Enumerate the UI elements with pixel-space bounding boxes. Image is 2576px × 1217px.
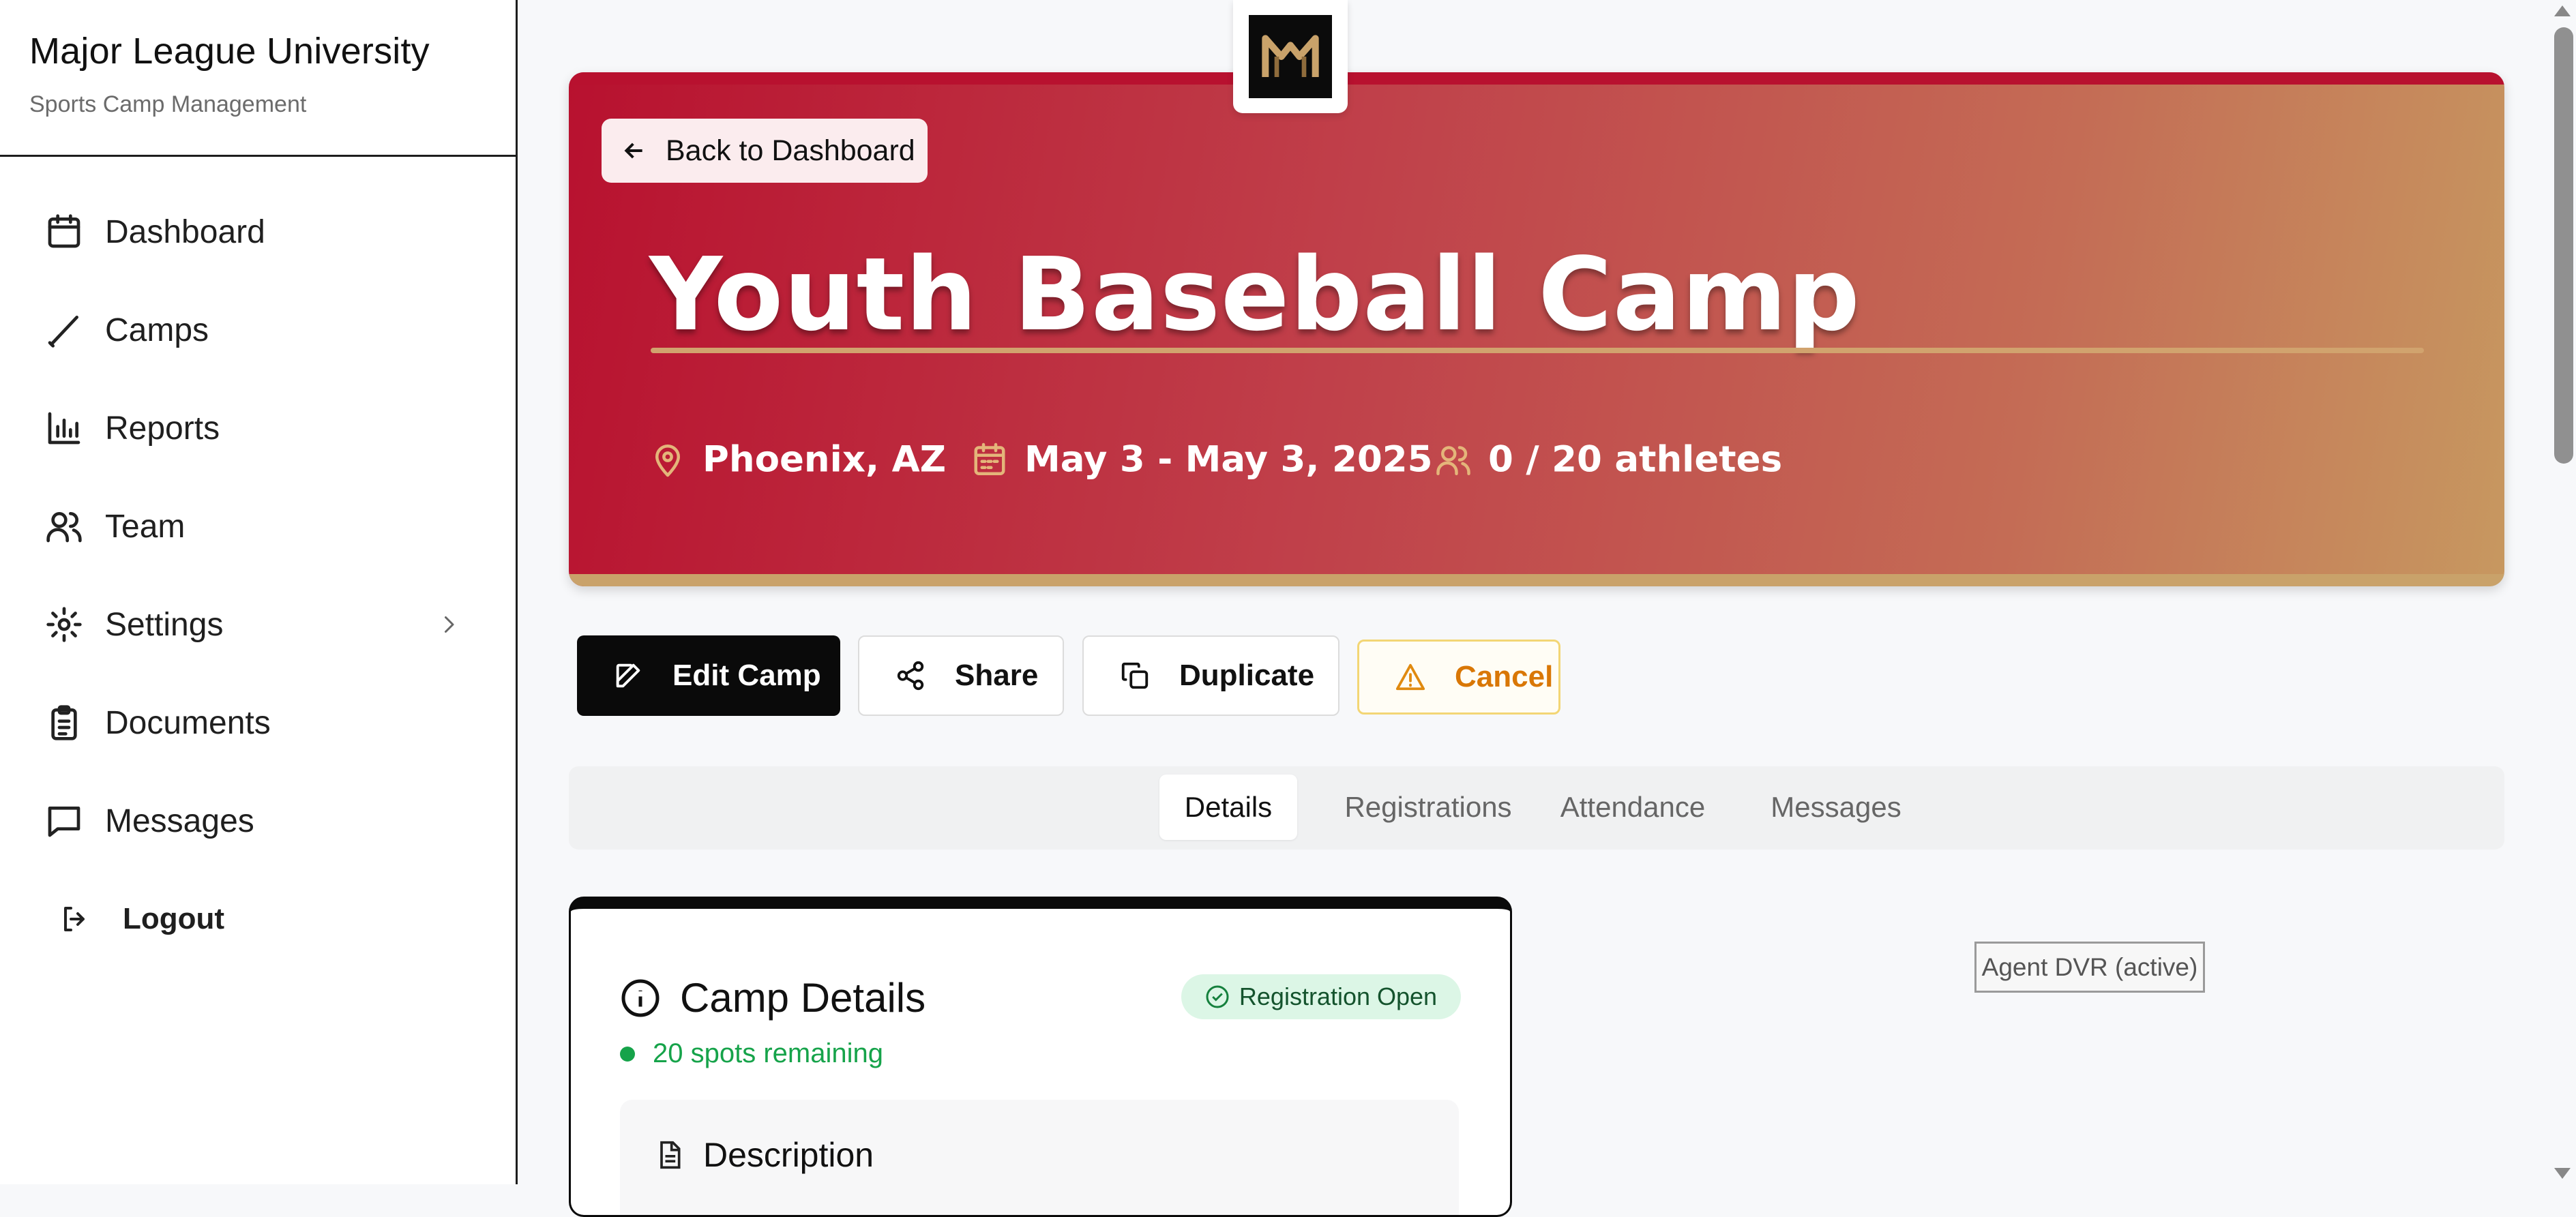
vertical-scrollbar[interactable]	[2550, 0, 2576, 1184]
logo-mark	[1249, 15, 1332, 98]
sidebar: Major League University Sports Camp Mana…	[0, 0, 518, 1184]
scroll-thumb[interactable]	[2554, 27, 2573, 464]
sidebar-item-label: Documents	[105, 704, 271, 741]
tab-registrations[interactable]: Registrations	[1326, 775, 1530, 840]
document-icon	[660, 1141, 681, 1169]
sidebar-item-reports[interactable]: Reports	[0, 387, 516, 469]
location-meta: Phoenix, AZ	[649, 439, 946, 481]
spots-remaining: 20 spots remaining	[620, 1038, 883, 1069]
sidebar-item-label: Reports	[105, 410, 220, 447]
status-badge-label: Registration Open	[1239, 982, 1438, 1010]
dates-meta: May 3 - May 3, 2025	[971, 439, 1433, 481]
description-header: Description	[654, 1135, 874, 1175]
title-underline	[651, 348, 2424, 353]
warning-icon	[1395, 663, 1425, 691]
university-logo	[1233, 0, 1348, 113]
logout-icon	[64, 907, 85, 931]
card-header: Camp Details	[620, 974, 926, 1021]
sidebar-item-dashboard[interactable]: Dashboard	[0, 191, 516, 273]
tab-details[interactable]: Details	[1159, 775, 1297, 840]
map-pin-icon	[655, 444, 680, 477]
logout-label: Logout	[123, 902, 225, 935]
share-label: Share	[955, 659, 1039, 692]
bat-icon	[48, 316, 78, 348]
users-icon	[1436, 445, 1470, 475]
camp-tabs: Details Registrations Attendance Message…	[569, 766, 2504, 850]
brand-subtitle: Sports Camp Management	[29, 91, 307, 117]
share-button[interactable]: Share	[858, 635, 1064, 716]
clipboard-icon	[51, 705, 77, 740]
back-label: Back to Dashboard	[666, 134, 915, 167]
bar-chart-icon	[48, 412, 80, 445]
sidebar-item-label: Team	[105, 508, 186, 545]
logout-button[interactable]: Logout	[0, 878, 516, 960]
share-icon	[897, 661, 924, 691]
hero-bottom-border	[569, 574, 2504, 586]
sidebar-item-label: Messages	[105, 802, 254, 839]
edit-camp-button[interactable]: Edit Camp	[577, 635, 840, 716]
sidebar-item-label: Camps	[105, 312, 209, 348]
copy-icon	[1121, 662, 1149, 689]
users-icon	[46, 512, 82, 543]
info-icon	[621, 979, 660, 1017]
cancel-label: Cancel	[1455, 660, 1554, 693]
brand-title: Major League University	[29, 31, 430, 72]
sidebar-item-settings[interactable]: Settings	[0, 584, 516, 665]
sidebar-item-label: Dashboard	[105, 213, 265, 250]
cancel-camp-button[interactable]: Cancel	[1357, 640, 1560, 715]
page-title: Youth Baseball Camp	[649, 236, 1861, 353]
sidebar-item-documents[interactable]: Documents	[0, 682, 516, 764]
edit-icon	[616, 663, 640, 688]
description-section: Description	[620, 1100, 1459, 1215]
camp-details-card: Camp Details Registration Open 20 spots …	[569, 897, 1512, 1217]
hero-top-border	[569, 72, 2504, 85]
athletes-meta: 0 / 20 athletes	[1435, 439, 1782, 481]
back-to-dashboard-button[interactable]: Back to Dashboard	[602, 119, 928, 183]
tab-attendance[interactable]: Attendance	[1543, 775, 1723, 840]
logo-m-icon	[1262, 35, 1319, 77]
sidebar-item-team[interactable]: Team	[0, 485, 516, 567]
scroll-down-arrow[interactable]	[2554, 1168, 2571, 1179]
chevron-right-icon	[436, 612, 461, 640]
sidebar-item-messages[interactable]: Messages	[0, 780, 516, 862]
sidebar-item-camps[interactable]: Camps	[0, 289, 516, 371]
duplicate-label: Duplicate	[1179, 659, 1315, 692]
camp-hero-banner: Back to Dashboard Youth Baseball Camp Ph…	[569, 72, 2504, 586]
dates-text: May 3 - May 3, 2025	[1024, 438, 1433, 481]
arrow-left-icon	[624, 142, 642, 159]
message-icon	[48, 807, 80, 837]
scroll-up-arrow[interactable]	[2554, 5, 2571, 16]
tab-messages[interactable]: Messages	[1756, 775, 1916, 840]
gear-icon	[46, 607, 82, 642]
status-dot	[620, 1046, 635, 1062]
spots-remaining-text: 20 spots remaining	[653, 1038, 883, 1068]
check-circle-icon	[1206, 985, 1229, 1008]
calendar-icon	[48, 214, 80, 248]
agent-status-tag: Agent DVR (active)	[1974, 942, 2205, 993]
card-title: Camp Details	[680, 975, 926, 1021]
calendar-icon	[974, 442, 1005, 475]
status-badge: Registration Open	[1181, 974, 1461, 1019]
description-title: Description	[703, 1136, 874, 1174]
brand: Major League University Sports Camp Mana…	[0, 0, 516, 157]
edit-camp-label: Edit Camp	[672, 659, 821, 692]
athletes-text: 0 / 20 athletes	[1488, 438, 1783, 481]
sidebar-item-label: Settings	[105, 606, 224, 643]
duplicate-button[interactable]: Duplicate	[1082, 635, 1339, 716]
location-text: Phoenix, AZ	[702, 438, 947, 481]
